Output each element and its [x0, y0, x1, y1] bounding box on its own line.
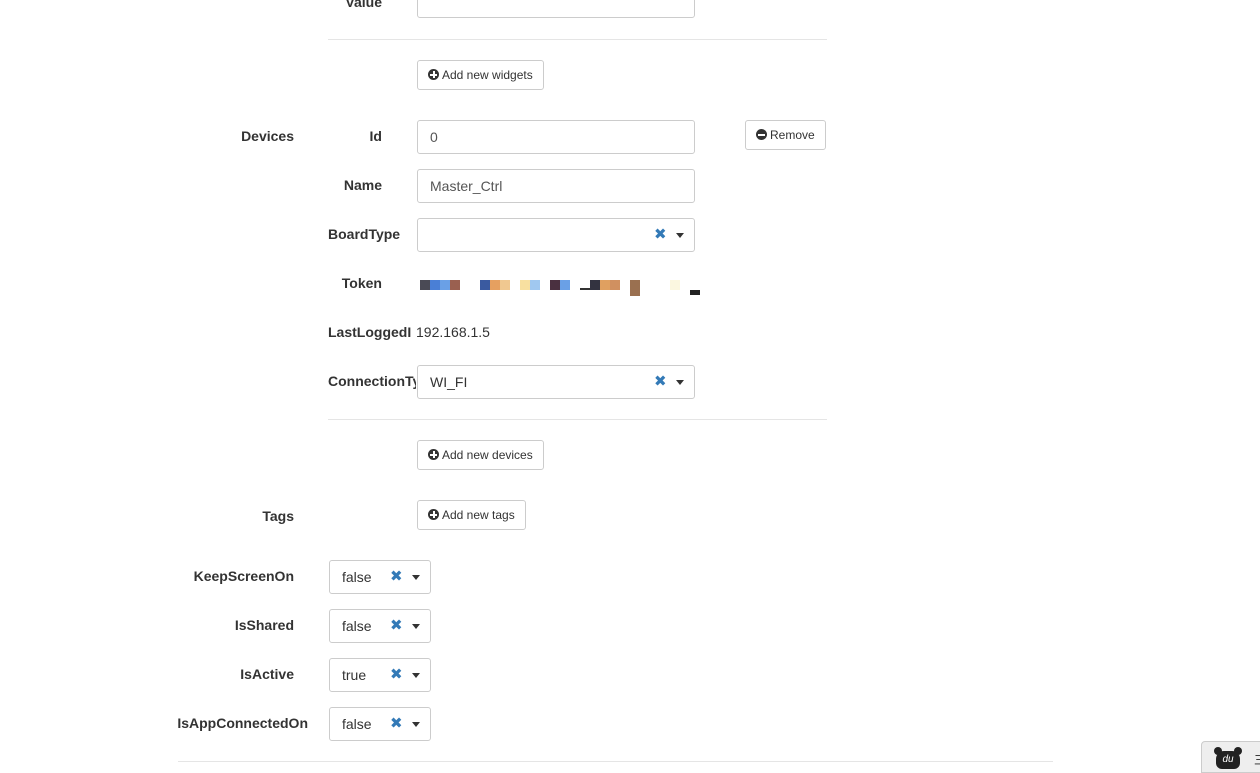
chevron-down-icon[interactable]: [676, 233, 684, 238]
plus-circle-icon: [428, 509, 439, 520]
panda-logo-icon: du: [1214, 747, 1242, 769]
add-new-widgets-button[interactable]: Add new widgets: [417, 60, 544, 90]
corner-widget[interactable]: du 三: [1201, 741, 1260, 773]
plus-circle-icon: [428, 449, 439, 460]
chevron-down-icon[interactable]: [676, 380, 684, 385]
devices-section-label: Devices: [241, 128, 294, 144]
remove-device-button[interactable]: Remove: [745, 120, 826, 150]
keepscreenon-select[interactable]: false ✖: [329, 560, 431, 594]
chevron-down-icon[interactable]: [412, 722, 420, 727]
menu-icon: 三: [1254, 751, 1260, 768]
divider: [328, 419, 827, 420]
boardtype-label: BoardType: [328, 226, 401, 242]
tags-section-label: Tags: [262, 508, 294, 524]
isactive-value: true: [342, 667, 367, 683]
keepscreenon-label: KeepScreenOn: [193, 568, 294, 584]
close-icon[interactable]: ✖: [390, 561, 403, 593]
token-value-redacted: [420, 280, 702, 296]
close-icon[interactable]: ✖: [390, 659, 403, 691]
name-input[interactable]: Master_Ctrl: [417, 169, 695, 203]
remove-label: Remove: [770, 128, 815, 142]
value-label: Value: [345, 0, 382, 10]
plus-circle-icon: [428, 69, 439, 80]
isshared-label: IsShared: [234, 617, 294, 633]
chevron-down-icon[interactable]: [412, 624, 420, 629]
id-label: Id: [369, 128, 382, 144]
lastloggedip-label: LastLoggedIP: [328, 324, 421, 340]
logo-text: du: [1222, 754, 1234, 765]
value-input[interactable]: [417, 0, 695, 18]
isappconnectedon-label: IsAppConnectedOn: [177, 715, 308, 731]
add-new-tags-button[interactable]: Add new tags: [417, 500, 526, 530]
isappconnectedon-value: false: [342, 716, 372, 732]
divider: [178, 761, 1053, 762]
close-icon[interactable]: ✖: [390, 708, 403, 740]
lastloggedip-value: 192.168.1.5: [412, 324, 490, 340]
add-new-widgets-label: Add new widgets: [442, 68, 533, 82]
isshared-value: false: [342, 618, 372, 634]
close-icon[interactable]: ✖: [654, 219, 667, 251]
connectiontype-label: ConnectionType: [328, 373, 416, 389]
minus-circle-icon: [756, 129, 767, 140]
chevron-down-icon[interactable]: [412, 575, 420, 580]
add-new-devices-button[interactable]: Add new devices: [417, 440, 544, 470]
close-icon[interactable]: ✖: [390, 610, 403, 642]
add-new-tags-label: Add new tags: [442, 508, 515, 522]
id-input[interactable]: 0: [417, 120, 695, 154]
keepscreenon-value: false: [342, 569, 372, 585]
isshared-select[interactable]: false ✖: [329, 609, 431, 643]
token-label: Token: [341, 275, 382, 291]
connectiontype-value: WI_FI: [430, 374, 468, 390]
isactive-select[interactable]: true ✖: [329, 658, 431, 692]
name-label: Name: [343, 177, 382, 193]
close-icon[interactable]: ✖: [654, 366, 667, 398]
boardtype-select[interactable]: ✖: [417, 218, 695, 252]
connectiontype-select[interactable]: WI_FI ✖: [417, 365, 695, 399]
isappconnectedon-select[interactable]: false ✖: [329, 707, 431, 741]
isactive-label: IsActive: [240, 666, 294, 682]
divider: [328, 39, 827, 40]
add-new-devices-label: Add new devices: [442, 448, 533, 462]
chevron-down-icon[interactable]: [412, 673, 420, 678]
